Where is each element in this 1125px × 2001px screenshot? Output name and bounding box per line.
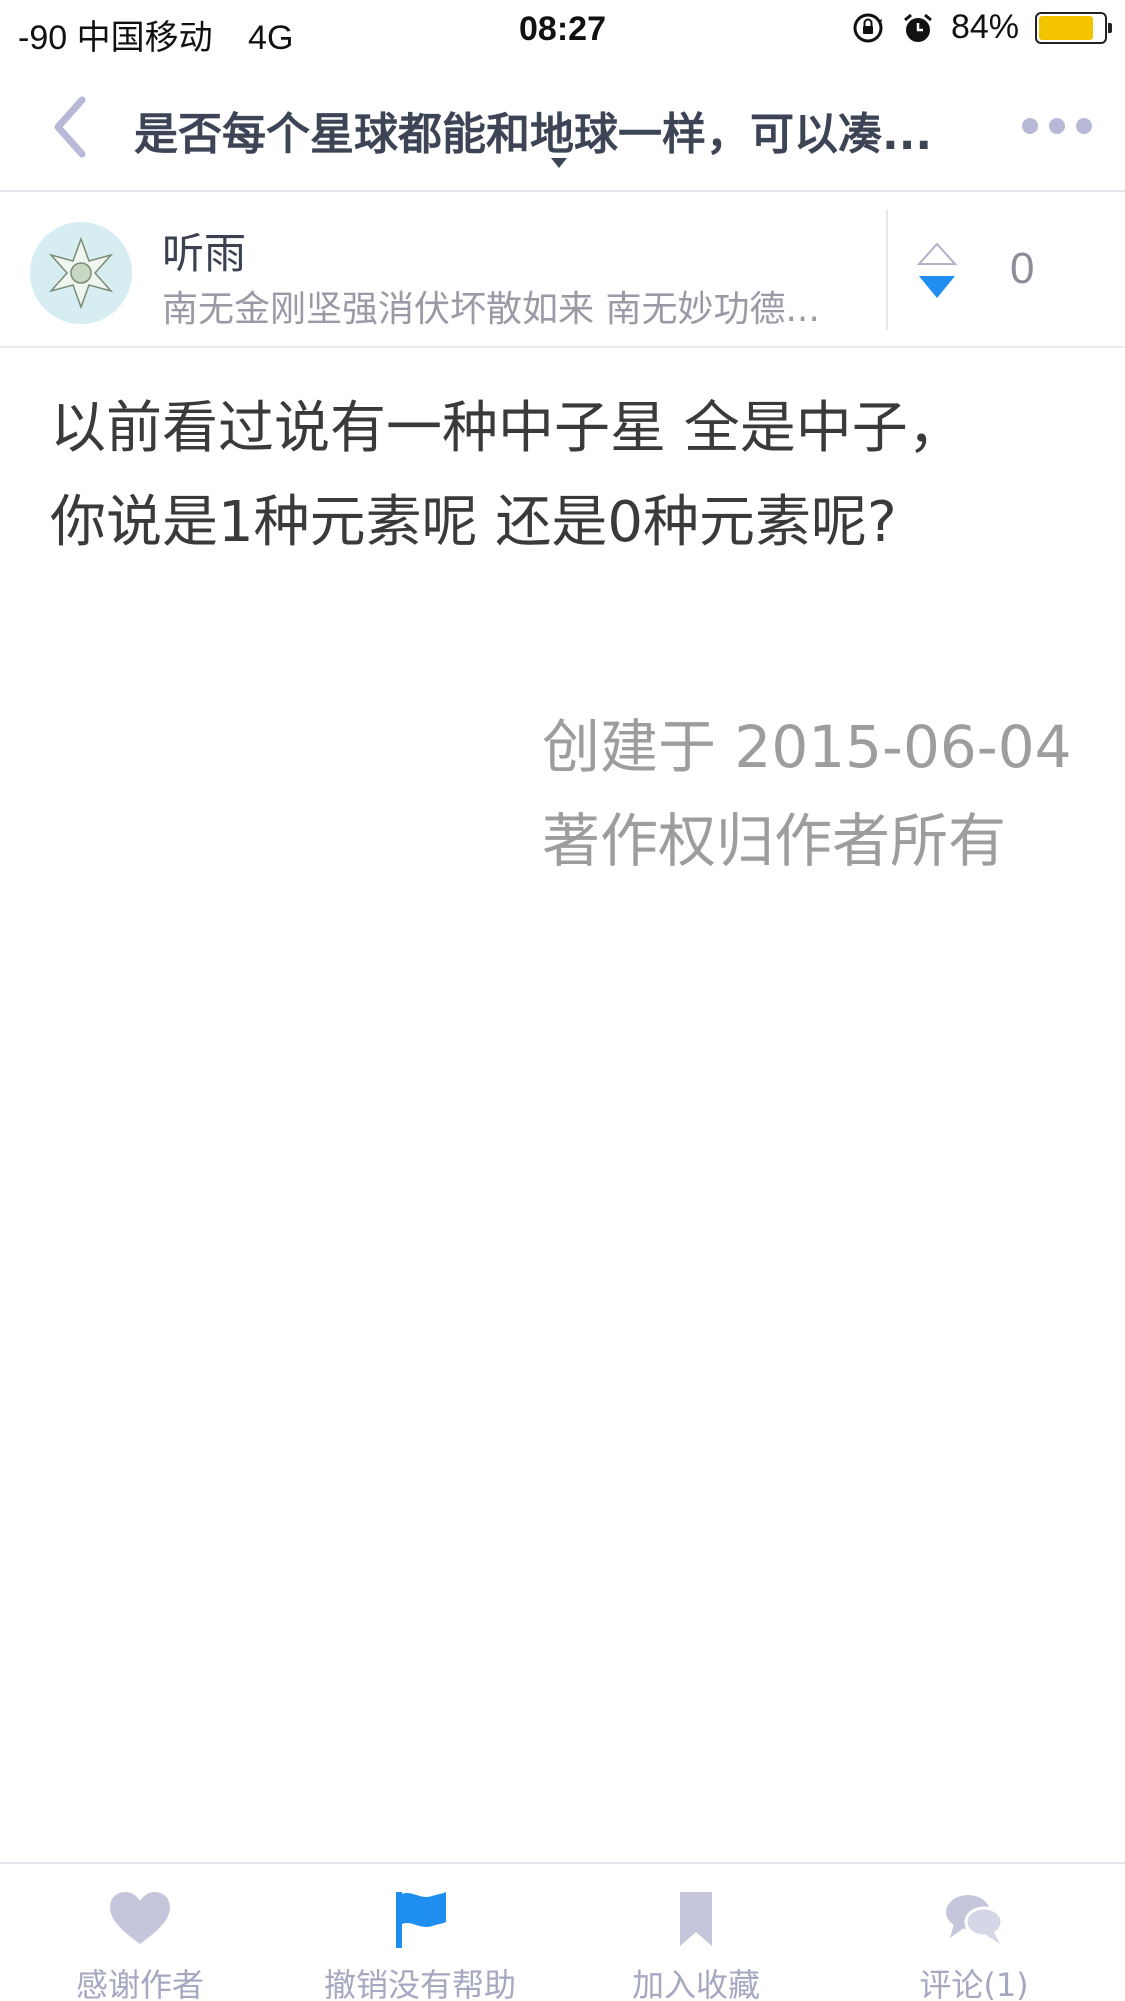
answer-line: 你说是1种元素呢 还是0种元素呢? [50, 490, 897, 555]
chevron-left-icon[interactable] [46, 92, 96, 162]
copyright-note: 著作权归作者所有 [542, 807, 1007, 875]
dot [1022, 118, 1038, 134]
caret-down-icon[interactable] [551, 158, 567, 168]
comment-bubbles-icon [946, 1895, 1004, 1944]
divider [886, 210, 888, 330]
answer-line: 以前看过说有一种中子星 全是中子， [50, 396, 964, 461]
bookmark-icon [680, 1892, 712, 1946]
question-title[interactable]: 是否每个星球都能和地球一样，可以凑... [134, 98, 994, 162]
thank-author-button[interactable]: 感谢作者 [40, 1864, 240, 2001]
battery-percent: 84% [950, 8, 1019, 46]
vote-count: 0 [1010, 244, 1035, 293]
rotation-lock-icon [853, 13, 883, 42]
avatar[interactable] [30, 222, 132, 324]
author-bar: 听雨 南无金刚坚强消伏坏散如来 南无妙功德... 0 [0, 194, 1125, 348]
tab-label: 撤销没有帮助 [323, 1966, 516, 2001]
bottom-tab-bar: 感谢作者 撤销没有帮助 加入收藏 评论(1) [0, 1862, 1125, 2001]
author-signature: 南无金刚坚强消伏坏散如来 南无妙功德... [162, 289, 820, 330]
status-bar: -90 中国移动 4G 08:27 84% [0, 0, 1125, 62]
answer-meta: 创建于 2015-06-04 著作权归作者所有 [542, 700, 1072, 888]
undo-not-helpful-button[interactable]: 撤销没有帮助 [300, 1864, 540, 2001]
answer-content: 以前看过说有一种中子星 全是中子， 你说是1种元素呢 还是0种元素呢? [50, 382, 1080, 570]
nav-bar: 是否每个星球都能和地球一样，可以凑... [0, 62, 1125, 192]
alarm-icon [903, 13, 932, 42]
tab-label: 感谢作者 [75, 1966, 204, 2001]
tab-label: 评论(1) [919, 1966, 1029, 2001]
dot [1076, 118, 1092, 134]
created-date: 创建于 2015-06-04 [542, 713, 1072, 781]
vote-down-icon [919, 276, 955, 298]
battery-level [1039, 15, 1093, 40]
tab-label: 加入收藏 [631, 1966, 760, 2001]
status-right: 84% [851, 8, 1112, 47]
add-favorite-button[interactable]: 加入收藏 [596, 1864, 796, 2001]
more-dots-icon[interactable] [1022, 112, 1092, 140]
vote-up-icon [916, 242, 958, 265]
comment-button[interactable]: 评论(1) [874, 1864, 1074, 2001]
battery-icon [1035, 11, 1112, 44]
flag-icon [396, 1892, 446, 1948]
vote-up-down-icon[interactable] [916, 240, 958, 304]
answer-page: -90 中国移动 4G 08:27 84% 是否每个星球都能和地球一样，可以凑.… [0, 0, 1125, 2001]
dot [1049, 118, 1065, 134]
heart-icon [110, 1892, 170, 1944]
author-name[interactable]: 听雨 [162, 220, 246, 281]
